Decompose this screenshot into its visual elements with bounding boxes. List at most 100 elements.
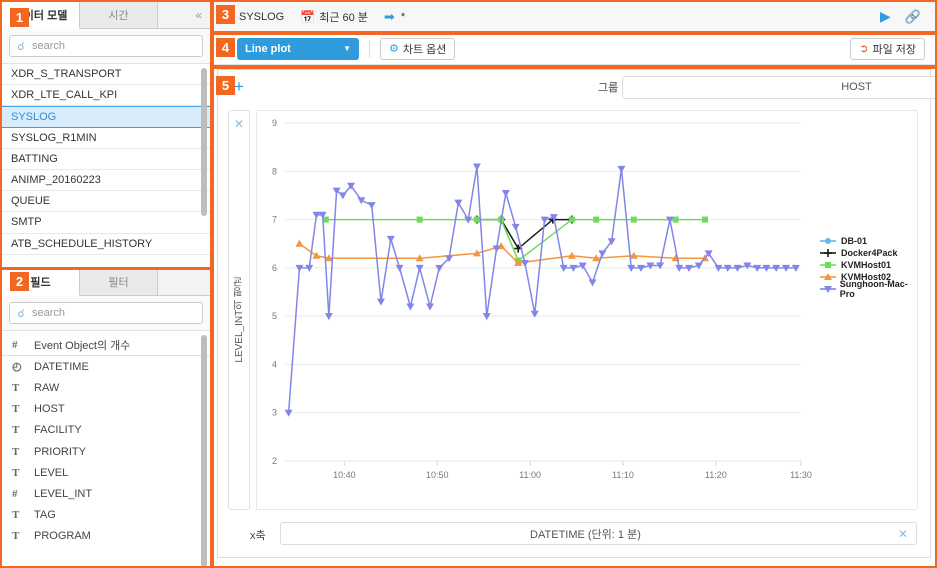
number-field-icon: # [12,339,18,352]
svg-text:7: 7 [272,215,277,225]
fields-search-input[interactable]: ☌ search [9,302,203,324]
arrow-circle-right-icon: ➡ [383,8,395,24]
group-field-value: HOST [841,81,872,93]
data-model-list-item[interactable]: ANIMP_20160223 [2,170,210,192]
data-model-list-item[interactable]: XDR_LTE_CALL_KPI [2,85,210,107]
tab-filters[interactable]: 필터 [80,269,158,295]
save-file-label: 파일 저장 [872,43,916,56]
fields-tabbar: 필드 필터 [2,269,210,296]
data-model-list-item[interactable]: SMTP [2,212,210,234]
collapse-panel-icon[interactable]: « [187,2,210,28]
toolbar-divider [369,39,370,58]
chart-toolbar: Line plot ▼ ⚙ 차트 옵션 ➲ 파일 저장 [213,33,935,65]
svg-text:11:10: 11:10 [612,470,634,480]
save-file-button[interactable]: ➲ 파일 저장 [850,37,925,60]
field-item-label: LEVEL_INT [34,487,93,500]
svg-text:8: 8 [272,166,277,176]
data-model-item-label: QUEUE [11,195,51,208]
data-model-list-item[interactable]: BATTING [2,149,210,170]
field-list-item[interactable]: T RAW [2,377,210,398]
field-list-item[interactable]: T FACILITY [2,420,210,441]
field-item-label: FACILITY [34,424,82,437]
svg-text:6: 6 [272,263,277,273]
line-chart-plot[interactable]: 2 3 4 5 6 7 8 9 10:40 10:50 11:00 11:10 11:20 11:30 D… [256,110,918,510]
data-model-tabbar: 데이터 모델 시간 « [2,2,210,29]
field-list-item[interactable]: T PROGRAM [2,526,210,547]
field-list-item[interactable]: T TAG [2,505,210,526]
datetime-field-icon: ◴ [12,361,22,374]
query-time-range[interactable]: 📅 최근 60 분 [300,9,368,25]
data-model-list-item[interactable]: QUEUE [2,191,210,213]
data-model-scrollbar[interactable] [201,68,207,216]
field-list-item[interactable]: # Event Object의 개수 [2,335,210,357]
fields-panel: 필드 필터 ☌ search # Event Object의 개수 ◴ DATETIM… [2,269,210,566]
field-item-label: RAW [34,381,60,394]
badge-5: 5 [216,76,235,95]
legend-marker-icon [820,273,836,280]
external-link-icon[interactable]: 🔗 [905,9,921,25]
data-model-list[interactable]: XDR_S_TRANSPORT XDR_LTE_CALL_KPI SYSLOG SYS… [2,64,210,268]
field-list-item[interactable]: T LEVEL [2,462,210,483]
legend-label: KVMHost01 [841,260,892,270]
data-model-item-label: BATTING [11,152,58,165]
field-item-label: HOST [34,403,65,416]
legend-item[interactable]: DB-01 [819,235,917,247]
search-icon: ☌ [17,40,25,53]
tab-time[interactable]: 시간 [80,2,158,28]
query-expression[interactable]: ➡ * [384,9,405,25]
field-item-label: LEVEL [34,466,69,479]
x-axis-field-pill[interactable]: DATETIME (단위: 1 분) ✕ [280,522,917,545]
badge-1: 1 [10,8,29,27]
chart-options-button[interactable]: ⚙ 차트 옵션 [380,37,456,60]
data-model-item-label: SYSLOG [11,110,57,123]
fields-scrollbar[interactable] [201,335,207,566]
data-model-list-item[interactable]: SYSLOG [2,106,210,128]
field-item-label: DATETIME [34,360,89,373]
svg-text:10:40: 10:40 [333,470,356,480]
fields-list[interactable]: # Event Object의 개수 ◴ DATETIME T RAW T HOST T FACI… [2,331,210,566]
x-axis-row: x축 DATETIME (단위: 1 분) ✕ [218,517,930,551]
data-model-search-placeholder: search [32,40,66,52]
legend-marker-icon [820,286,836,293]
legend-item[interactable]: Docker4Pack [819,247,917,259]
plot-type-select[interactable]: Line plot ▼ [237,37,359,60]
data-model-search-input[interactable]: ☌ search [9,35,203,57]
query-expression-label: * [400,10,406,23]
svg-text:2: 2 [272,456,277,466]
data-model-list-item[interactable]: SYSLOG_R1MIN [2,128,210,149]
badge-2: 2 [10,272,29,291]
field-list-item[interactable]: # LEVEL_INT [2,483,210,504]
data-model-item-label: SYSLOG_R1MIN [11,131,97,144]
data-model-item-label: XDR_S_TRANSPORT [11,68,122,81]
field-item-label: TAG [34,509,56,522]
close-icon[interactable]: ✕ [890,527,916,541]
chevron-down-icon: ▼ [343,44,351,53]
data-model-item-label: XDR_LTE_CALL_KPI [11,89,118,102]
chart-options-label: 차트 옵션 [402,43,447,56]
share-icon: ➲ [859,43,869,55]
text-field-icon: T [12,424,20,437]
svg-text:11:00: 11:00 [519,470,541,480]
svg-text:10:50: 10:50 [426,470,449,480]
close-icon[interactable]: ✕ [234,117,244,131]
field-list-item[interactable]: ◴ DATETIME [2,356,210,377]
query-time-range-label: 최근 60 분 [319,11,368,24]
plot-type-value: Line plot [245,42,291,55]
chart-panel: + 그룹 HOST ✕ ✕ LEVEL_INT의 평균 2 3 4 5 6 7 8 9 10:4… [217,69,937,558]
fields-search-placeholder: search [32,307,66,319]
query-header-actions: ▶ 🔗 [880,8,935,25]
play-icon[interactable]: ▶ [880,8,891,25]
group-field-pill[interactable]: HOST ✕ [622,75,937,99]
field-list-item[interactable]: T PRIORITY [2,441,210,462]
x-axis-field-value: DATETIME (단위: 1 분) [530,528,641,541]
data-model-search-wrap: ☌ search [2,29,210,64]
gear-icon: ⚙ [389,43,399,55]
data-model-list-item[interactable]: ATB_SCHEDULE_HISTORY [2,234,210,255]
data-model-panel: 데이터 모델 시간 « ☌ search XDR_S_TRANSPORT XDR_… [2,2,210,268]
data-model-list-item[interactable]: XDR_S_TRANSPORT [2,64,210,86]
legend-item[interactable]: Sunghoon-Mac-Pro [819,279,917,299]
field-list-item[interactable]: T HOST [2,399,210,420]
legend-marker-icon [820,249,836,257]
data-model-item-label: ANIMP_20160223 [11,174,101,187]
legend-item[interactable]: KVMHost01 [819,259,917,271]
